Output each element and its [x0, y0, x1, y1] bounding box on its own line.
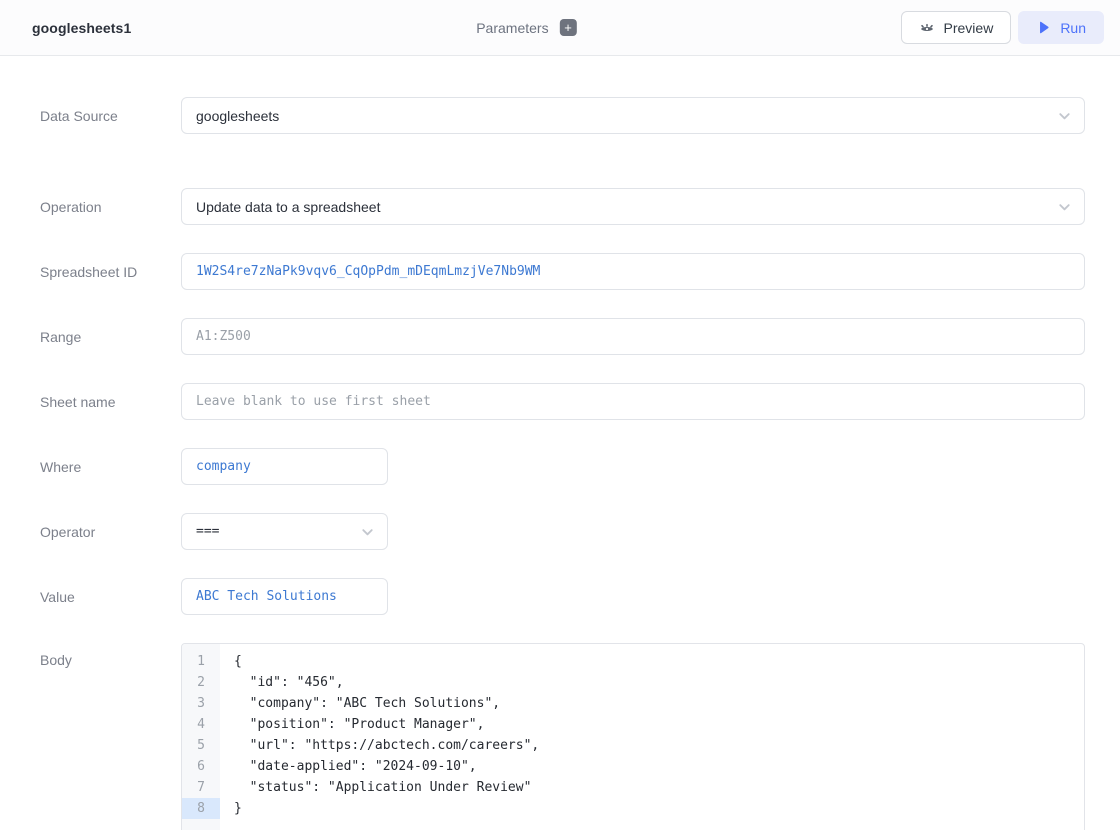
- operator-value: ===: [196, 524, 219, 539]
- line-number-active: 8: [182, 798, 220, 819]
- operation-value: Update data to a spreadsheet: [196, 199, 380, 215]
- run-button-label: Run: [1060, 20, 1086, 36]
- field-row-body: Body 1 2 3 4 5 6 7 8 { "id": "456", "com…: [40, 643, 1085, 830]
- query-header: googlesheets1 Parameters + Preview: [0, 0, 1120, 56]
- operation-label: Operation: [40, 199, 181, 215]
- code-line: "url": "https://abctech.com/careers",: [234, 735, 1084, 756]
- where-label: Where: [40, 459, 181, 475]
- code-line: "id": "456",: [234, 672, 1084, 693]
- line-number: 3: [182, 693, 220, 714]
- field-row-sheet-name: Sheet name Leave blank to use first shee…: [40, 383, 1085, 420]
- line-number: 6: [182, 756, 220, 777]
- spreadsheet-id-input[interactable]: 1W2S4re7zNaPk9vqv6_CqOpPdm_mDEqmLmzjVe7N…: [181, 253, 1085, 290]
- data-source-value: googlesheets: [196, 108, 279, 124]
- sheet-name-input[interactable]: Leave blank to use first sheet: [181, 383, 1085, 420]
- data-source-select[interactable]: googlesheets: [181, 97, 1085, 134]
- field-row-spreadsheet-id: Spreadsheet ID 1W2S4re7zNaPk9vqv6_CqOpPd…: [40, 253, 1085, 290]
- value-input[interactable]: ABC Tech Solutions: [181, 578, 388, 615]
- chevron-down-icon: [1057, 199, 1072, 214]
- spreadsheet-id-value: 1W2S4re7zNaPk9vqv6_CqOpPdm_mDEqmLmzjVe7N…: [196, 264, 540, 279]
- range-label: Range: [40, 329, 181, 345]
- line-number: 5: [182, 735, 220, 756]
- field-row-data-source: Data Source googlesheets: [40, 97, 1085, 134]
- range-input[interactable]: A1:Z500: [181, 318, 1085, 355]
- add-parameter-button[interactable]: +: [560, 19, 577, 36]
- chevron-down-icon: [360, 524, 375, 539]
- play-icon: [1036, 20, 1051, 35]
- run-button[interactable]: Run: [1018, 11, 1104, 44]
- line-number: 2: [182, 672, 220, 693]
- data-source-label: Data Source: [40, 108, 181, 124]
- body-code-editor[interactable]: 1 2 3 4 5 6 7 8 { "id": "456", "company"…: [181, 643, 1085, 830]
- operator-select[interactable]: ===: [181, 513, 388, 550]
- sheet-name-label: Sheet name: [40, 394, 181, 410]
- chevron-down-icon: [1057, 108, 1072, 123]
- field-row-range: Range A1:Z500: [40, 318, 1085, 355]
- value-value: ABC Tech Solutions: [196, 589, 337, 604]
- code-line: "company": "ABC Tech Solutions",: [234, 693, 1084, 714]
- eye-icon: [919, 20, 935, 36]
- code-line: }: [234, 798, 1084, 819]
- parameters-label: Parameters: [476, 20, 548, 36]
- plus-icon: +: [564, 20, 572, 35]
- spreadsheet-id-label: Spreadsheet ID: [40, 264, 181, 280]
- field-row-operator: Operator ===: [40, 513, 1085, 550]
- operator-label: Operator: [40, 524, 181, 540]
- line-number: 7: [182, 777, 220, 798]
- field-row-value: Value ABC Tech Solutions: [40, 578, 1085, 615]
- code-line: "status": "Application Under Review": [234, 777, 1084, 798]
- line-number: 1: [182, 651, 220, 672]
- code-line: "position": "Product Manager",: [234, 714, 1084, 735]
- line-number: 4: [182, 714, 220, 735]
- query-editor-panel: googlesheets1 Parameters + Preview: [0, 0, 1120, 830]
- body-label: Body: [40, 643, 181, 668]
- operation-select[interactable]: Update data to a spreadsheet: [181, 188, 1085, 225]
- query-form: Data Source googlesheets Operation Updat…: [0, 56, 1120, 830]
- range-placeholder: A1:Z500: [196, 329, 251, 344]
- parameters-section: Parameters +: [476, 19, 576, 36]
- code-line: {: [234, 651, 1084, 672]
- field-row-where: Where company: [40, 448, 1085, 485]
- query-name[interactable]: googlesheets1: [32, 20, 131, 36]
- preview-button[interactable]: Preview: [901, 11, 1012, 44]
- where-input[interactable]: company: [181, 448, 388, 485]
- code-line: "date-applied": "2024-09-10",: [234, 756, 1084, 777]
- header-actions: Preview Run: [901, 11, 1104, 44]
- editor-gutter: 1 2 3 4 5 6 7 8: [182, 644, 220, 830]
- editor-code-area[interactable]: { "id": "456", "company": "ABC Tech Solu…: [220, 644, 1084, 830]
- sheet-name-placeholder: Leave blank to use first sheet: [196, 394, 431, 409]
- where-value: company: [196, 459, 251, 474]
- field-row-operation: Operation Update data to a spreadsheet: [40, 188, 1085, 225]
- value-label: Value: [40, 589, 181, 605]
- preview-button-label: Preview: [944, 20, 994, 36]
